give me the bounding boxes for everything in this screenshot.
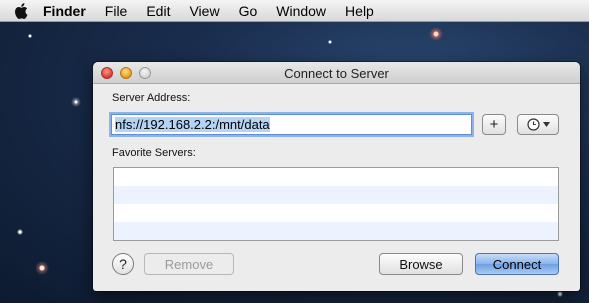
menu-file[interactable]: File <box>105 0 128 22</box>
recent-servers-button[interactable] <box>517 114 559 135</box>
browse-button[interactable]: Browse <box>379 253 463 275</box>
apple-logo-icon[interactable] <box>14 2 30 20</box>
menu-go[interactable]: Go <box>239 0 258 22</box>
menu-app-finder[interactable]: Finder <box>43 0 86 22</box>
list-item[interactable] <box>114 204 558 222</box>
window-title: Connect to Server <box>284 66 389 81</box>
server-address-value: nfs://192.168.2.2:/mnt/data <box>115 117 270 132</box>
menu-window[interactable]: Window <box>276 0 326 22</box>
menu-bar: Finder File Edit View Go Window Help <box>0 0 589 22</box>
favorite-servers-list[interactable] <box>113 167 559 241</box>
favorite-servers-label: Favorite Servers: <box>112 147 196 159</box>
menu-edit[interactable]: Edit <box>146 0 170 22</box>
title-bar[interactable]: Connect to Server <box>93 62 580 84</box>
connect-button[interactable]: Connect <box>475 253 559 275</box>
menu-help[interactable]: Help <box>345 0 374 22</box>
add-to-favorites-button[interactable]: + <box>482 114 506 135</box>
server-address-label: Server Address: <box>112 92 191 104</box>
menu-view[interactable]: View <box>189 0 219 22</box>
server-address-input[interactable]: nfs://192.168.2.2:/mnt/data <box>111 114 472 135</box>
connect-to-server-dialog: Connect to Server Server Address: nfs://… <box>93 62 580 291</box>
list-item[interactable] <box>114 168 558 186</box>
chevron-down-icon <box>542 122 550 127</box>
list-item[interactable] <box>114 186 558 204</box>
list-item[interactable] <box>114 222 558 240</box>
clock-icon <box>526 118 540 131</box>
remove-button[interactable]: Remove <box>144 253 234 275</box>
help-button[interactable]: ? <box>112 253 134 275</box>
